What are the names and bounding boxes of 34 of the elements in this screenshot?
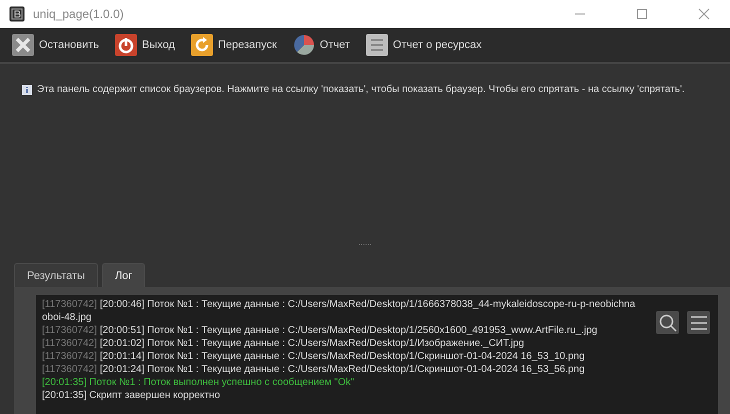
app-icon <box>9 6 25 22</box>
list-icon <box>366 34 388 56</box>
log-line: [20:01:35] Поток №1 : Поток выполнен успешно с сообщением "Ok" <box>42 377 354 388</box>
log-line: [20:00:51] Поток №1 : Текущие данные : C:/Users/MaxRed/Desktop/1/2560x1600_491953_www.ArtFile.ru_.jpg <box>100 325 598 336</box>
thread-id: [117360742] <box>42 351 97 362</box>
thread-id: [117360742] <box>42 299 97 310</box>
toolbar-button[interactable]: Отчет о ресурсах <box>364 34 486 56</box>
thread-id: [117360742] <box>42 364 97 375</box>
power-icon <box>115 34 138 56</box>
log-line: [20:01:02] Поток №1 : Текущие данные : C:/Users/MaxRed/Desktop/1/Изображение._СИТ.jpg <box>100 338 524 349</box>
log-line: [20:00:46] Поток №1 : Текущие данные : C:/Users/MaxRed/Desktop/1/1666378038_44-mykaleidoscope-ru-p-neobichna <box>100 299 636 310</box>
refresh-icon <box>190 34 213 56</box>
window-title: uniq_page(1.0.0) <box>33 7 124 21</box>
log-line: [20:01:24] Поток №1 : Текущие данные : C:/Users/MaxRed/Desktop/1/Скриншот-01-04-2024 16_53_56.png <box>100 364 585 375</box>
toolbar-button[interactable]: Остановить <box>10 34 104 56</box>
maximize-icon[interactable] <box>636 8 648 20</box>
tab[interactable]: Результаты <box>14 263 98 287</box>
pie-chart-icon <box>292 34 315 56</box>
toolbar-button[interactable]: Перезапуск <box>188 34 281 56</box>
log-line: [20:01:14] Поток №1 : Текущие данные : C:/Users/MaxRed/Desktop/1/Скриншот-01-04-2024 16_53_10.png <box>100 351 585 362</box>
log-line: [20:01:35] Скрипт завершен корректно <box>42 390 220 401</box>
toolbar-button[interactable]: Выход <box>113 34 179 56</box>
close-icon[interactable] <box>698 8 710 20</box>
info-text: Эта панель содержит список браузеров. Нажмите на ссылку 'показать', чтобы показать браузер. Чтобы его спрятать - на ссылку 'спрятать'. <box>37 84 685 95</box>
info-icon <box>22 84 32 94</box>
toolbar-button[interactable]: Отчет <box>290 34 354 56</box>
cross-icon <box>12 34 34 56</box>
splitter-handle[interactable]: ...... <box>358 238 372 248</box>
menu-button[interactable] <box>687 311 710 334</box>
log-line: oboi-48.jpg <box>42 312 92 323</box>
thread-id: [117360742] <box>42 325 97 336</box>
search-button[interactable] <box>656 311 679 334</box>
thread-id: [117360742] <box>42 338 97 349</box>
tab[interactable]: Лог <box>102 263 146 287</box>
